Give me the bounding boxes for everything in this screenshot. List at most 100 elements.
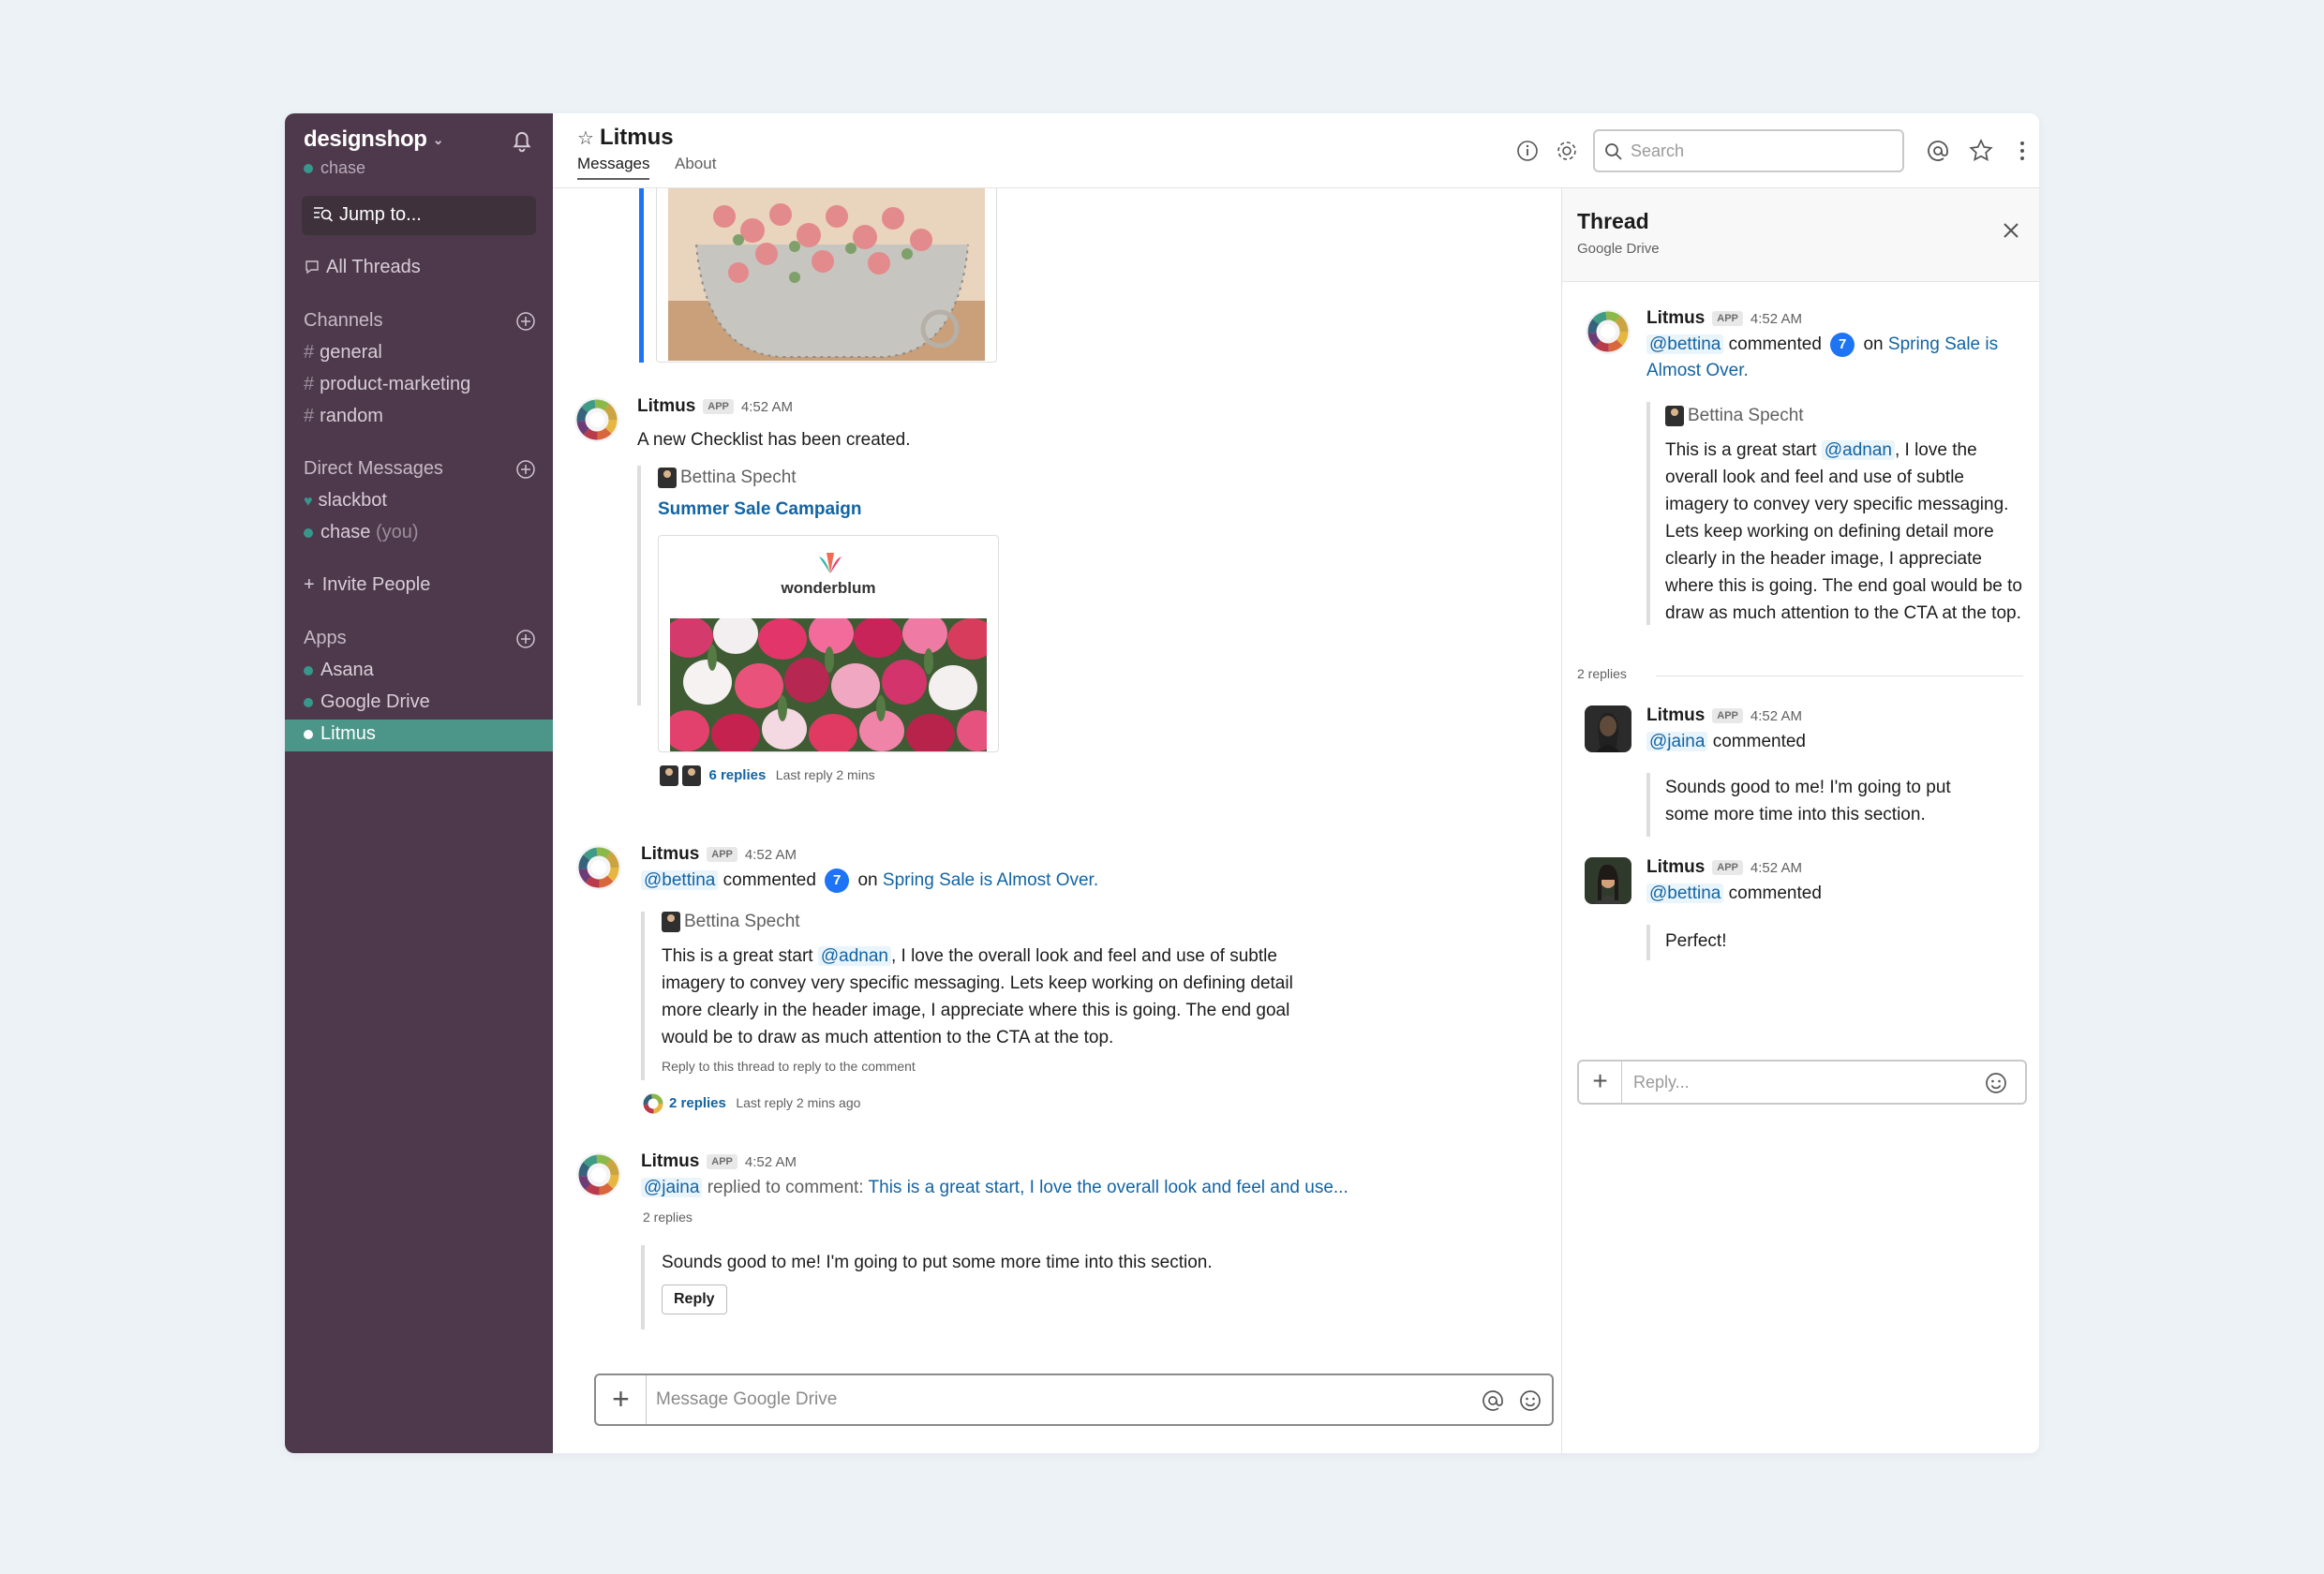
sidebar-item-product-marketing[interactable]: # product-marketing — [304, 374, 470, 395]
quote-line: clearly in the header image, I appreciat… — [1665, 549, 1982, 569]
mention-icon[interactable] — [1481, 1388, 1505, 1413]
star-icon[interactable]: ☆ — [577, 128, 594, 149]
quote-line: This is a great start @adnan, I love the — [1665, 438, 1977, 465]
sender-name[interactable]: Litmus — [1646, 857, 1705, 877]
user-mention[interactable]: @bettina — [1646, 334, 1724, 355]
add-app-icon[interactable] — [515, 629, 536, 649]
sidebar: designshop ⌄ chase Jump to... All Threads… — [285, 113, 553, 1453]
quote-line: would be to draw as much attention to th… — [662, 1028, 1114, 1047]
message-text: @bettina commented 7 on Spring Sale is — [1646, 333, 1998, 357]
sidebar-item-all-threads[interactable]: All Threads — [304, 257, 421, 278]
timestamp[interactable]: 4:52 AM — [741, 399, 793, 415]
search-icon — [1605, 143, 1622, 160]
workspace-switcher[interactable]: designshop ⌄ — [304, 126, 443, 153]
sender-name[interactable]: Litmus — [1646, 308, 1705, 328]
channel-label: general — [320, 342, 382, 363]
message-composer[interactable]: + Message Google Drive — [594, 1374, 1554, 1426]
sidebar-item-chase[interactable]: chase (you) — [304, 522, 419, 543]
user-mention[interactable]: @adnan — [817, 946, 891, 966]
tab-about[interactable]: About — [675, 155, 716, 173]
info-icon[interactable] — [1514, 138, 1541, 164]
attach-plus-button[interactable]: + — [596, 1375, 647, 1424]
emoji-icon[interactable] — [1518, 1388, 1542, 1413]
bell-icon[interactable] — [508, 126, 536, 155]
message-text: @bettina commented — [1646, 884, 1822, 904]
hash-icon: # — [304, 342, 315, 363]
reply-quote — [1646, 773, 1650, 837]
user-mention[interactable]: @jaina — [641, 1178, 703, 1197]
mention-icon[interactable] — [1925, 138, 1951, 164]
reply-placeholder: Reply... — [1633, 1073, 1690, 1091]
invite-people-link[interactable]: + Invite People — [304, 574, 430, 596]
app-badge: APP — [1712, 708, 1743, 723]
thread-summary[interactable]: 2 replies Last reply 2 mins ago — [643, 1093, 860, 1114]
sidebar-item-random[interactable]: # random — [304, 406, 383, 427]
sender-name[interactable]: Litmus — [637, 396, 695, 416]
thread-reply-input[interactable]: + Reply... — [1577, 1060, 2027, 1105]
app-label: Asana — [320, 660, 374, 680]
user-mention[interactable]: @adnan — [1821, 440, 1895, 460]
quote-line: overall look and feel and use of subtle — [1665, 468, 1964, 487]
apps-heading[interactable]: Apps — [304, 628, 347, 649]
sender-name[interactable]: Litmus — [641, 844, 699, 864]
user-mention[interactable]: @bettina — [641, 870, 719, 891]
thread-summary[interactable]: 6 replies Last reply 2 mins — [660, 765, 875, 786]
direct-messages-heading[interactable]: Direct Messages — [304, 458, 443, 480]
search-input[interactable]: Search — [1593, 129, 1904, 172]
quote-text: , I love the — [1894, 440, 1977, 460]
message-meta: Litmus APP 4:52 AM — [1646, 308, 1802, 329]
sender-name[interactable]: Litmus — [641, 1151, 699, 1171]
sender-name[interactable]: Litmus — [1646, 705, 1705, 725]
thread-subtitle: Google Drive — [1577, 241, 1660, 257]
replied-text: replied to comment: — [707, 1178, 864, 1197]
threads-icon — [305, 260, 319, 275]
add-channel-icon[interactable] — [515, 311, 536, 332]
add-dm-icon[interactable] — [515, 459, 536, 480]
sidebar-item-google-drive[interactable]: Google Drive — [304, 691, 430, 713]
channels-heading[interactable]: Channels — [304, 310, 383, 332]
invite-label: Invite People — [321, 574, 431, 595]
document-link[interactable]: Spring Sale is Almost Over. — [883, 870, 1098, 890]
wonderblum-logo-icon — [819, 553, 842, 573]
reply-button[interactable]: Reply — [662, 1284, 727, 1314]
timestamp[interactable]: 4:52 AM — [745, 847, 797, 863]
author-avatar — [1665, 406, 1684, 426]
channel-label: random — [320, 406, 383, 426]
message-text: @jaina commented — [1646, 732, 1806, 752]
timestamp[interactable]: 4:52 AM — [1750, 860, 1802, 876]
sidebar-item-general[interactable]: # general — [304, 342, 382, 364]
email-preview-card[interactable]: wonderblum — [658, 535, 999, 752]
timestamp[interactable]: 4:52 AM — [1750, 708, 1802, 724]
gear-icon[interactable] — [1554, 138, 1580, 164]
replies-link[interactable]: 6 replies — [708, 767, 766, 783]
tab-messages[interactable]: Messages — [577, 155, 650, 180]
jump-to-button[interactable]: Jump to... — [302, 196, 536, 235]
attach-plus-button[interactable]: + — [1579, 1062, 1622, 1103]
document-link[interactable]: Almost Over. — [1646, 361, 1749, 381]
jump-to-label: Jump to... — [339, 204, 422, 225]
jump-icon — [314, 207, 334, 222]
user-mention[interactable]: @jaina — [1646, 732, 1708, 751]
channel-label: product-marketing — [320, 374, 471, 394]
sidebar-item-litmus[interactable]: Litmus — [285, 720, 553, 751]
timestamp[interactable]: 4:52 AM — [745, 1154, 797, 1170]
attachment-title-link[interactable]: Summer Sale Campaign — [658, 499, 862, 520]
reply-count[interactable]: 2 replies — [643, 1210, 693, 1225]
more-icon[interactable] — [2009, 138, 2035, 164]
replies-link[interactable]: 2 replies — [669, 1095, 726, 1111]
roses-image[interactable] — [668, 188, 985, 361]
sidebar-item-asana[interactable]: Asana — [304, 660, 374, 681]
emoji-icon[interactable] — [1984, 1071, 2008, 1095]
commented-text: commented — [1712, 732, 1806, 751]
message-meta: Litmus APP 4:52 AM — [637, 396, 793, 417]
document-link[interactable]: Spring Sale is — [1888, 334, 1998, 354]
sidebar-item-slackbot[interactable]: ♥ slackbot — [304, 490, 387, 512]
thread-reply-count: 2 replies — [1577, 666, 1627, 681]
star-outline-icon[interactable] — [1968, 138, 1994, 164]
quote-line: draw as much attention to the CTA at the… — [1665, 603, 2021, 623]
chevron-down-icon: ⌄ — [432, 132, 444, 148]
close-icon[interactable] — [2001, 220, 2021, 241]
comment-link[interactable]: This is a great start, I love the overal… — [869, 1178, 1348, 1197]
timestamp[interactable]: 4:52 AM — [1750, 311, 1802, 327]
user-mention[interactable]: @bettina — [1646, 884, 1724, 903]
